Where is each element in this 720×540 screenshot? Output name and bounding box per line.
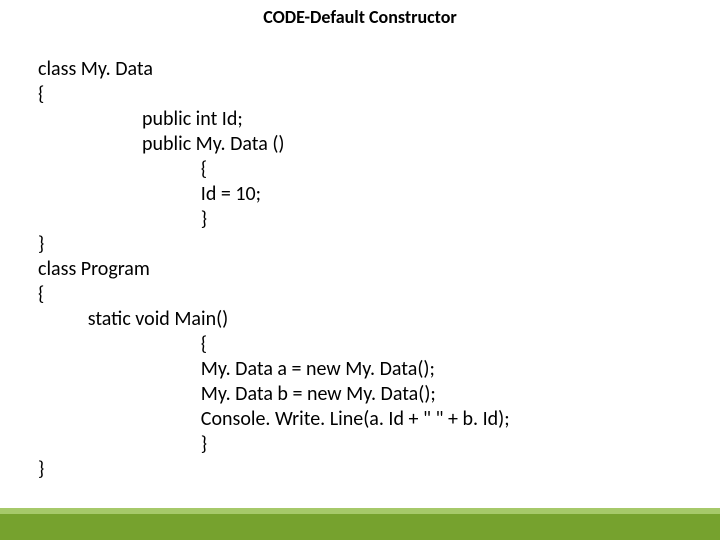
code-line: class My. Data <box>38 57 153 81</box>
code-line: } <box>38 432 207 456</box>
code-line: { <box>38 82 44 106</box>
code-line: static void Main() <box>38 307 228 331</box>
code-line: { <box>38 282 44 306</box>
footer-bar <box>0 514 720 540</box>
slide-title: CODE-Default Constructor <box>0 0 720 32</box>
code-line: public int Id; <box>38 107 243 131</box>
code-line: } <box>38 232 44 256</box>
code-line: Console. Write. Line(a. Id + " " + b. Id… <box>38 407 510 431</box>
code-line: public My. Data () <box>38 132 284 156</box>
code-line: class Program <box>38 257 150 281</box>
code-line: Id = 10; <box>38 182 261 206</box>
code-line: } <box>38 207 207 231</box>
code-line: { <box>38 157 207 181</box>
code-line: My. Data b = new My. Data(); <box>38 382 436 406</box>
code-line: { <box>38 332 207 356</box>
code-line: My. Data a = new My. Data(); <box>38 357 435 381</box>
code-block: class My. Data { public int Id; public M… <box>0 32 720 482</box>
code-line: } <box>38 457 44 481</box>
